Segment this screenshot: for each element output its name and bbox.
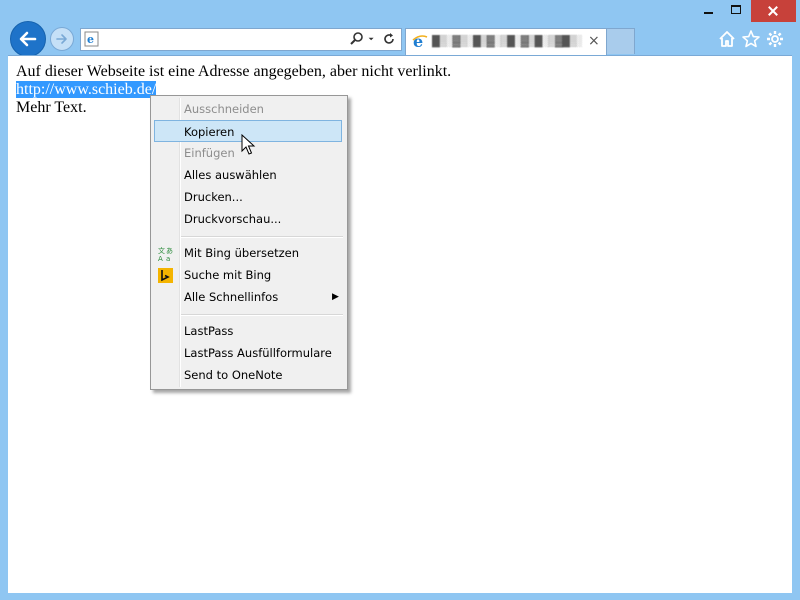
bing-icon [158, 268, 173, 283]
svg-text:文: 文 [158, 246, 165, 255]
menu-item-label: Kopieren [184, 125, 235, 139]
menu-item-label: Send to OneNote [184, 368, 283, 382]
menu-item-label: Einfügen [184, 146, 235, 160]
page-content-area [8, 55, 792, 593]
svg-text:A: A [158, 255, 163, 261]
minimize-button[interactable] [693, 0, 723, 22]
arrow-left-icon [19, 31, 37, 47]
menu-separator [181, 314, 343, 316]
close-button[interactable] [751, 0, 796, 22]
translate-icon: 文 あ A a [158, 246, 173, 261]
menu-item-label: Mit Bing übersetzen [184, 246, 299, 260]
search-icon[interactable] [349, 31, 365, 47]
menu-item-bing-translate[interactable]: 文 あ A a Mit Bing übersetzen [154, 242, 342, 264]
menu-separator [181, 236, 343, 238]
ie-page-icon: e [84, 31, 99, 47]
menu-item-accelerators[interactable]: Alle Schnellinfos ▶ [154, 286, 342, 308]
menu-item-cut[interactable]: Ausschneiden [154, 98, 342, 120]
menu-item-label: LastPass Ausfüllformulare [184, 346, 332, 360]
svg-text:a: a [166, 255, 170, 261]
back-button[interactable] [10, 21, 46, 57]
menu-item-send-to-onenote[interactable]: Send to OneNote [154, 364, 342, 386]
selected-url-text[interactable]: http://www.schieb.de/ [16, 81, 157, 98]
refresh-icon[interactable] [381, 31, 397, 47]
menu-item-print[interactable]: Drucken... [154, 186, 342, 208]
address-input[interactable] [103, 30, 323, 47]
maximize-button[interactable] [723, 0, 749, 22]
menu-item-label: Ausschneiden [184, 102, 264, 116]
submenu-arrow-icon: ▶ [332, 292, 339, 302]
favorites-star-icon[interactable] [741, 29, 761, 49]
svg-text:あ: あ [166, 247, 173, 255]
menu-item-print-preview[interactable]: Druckvorschau... [154, 208, 342, 230]
arrow-right-icon [56, 34, 67, 44]
address-bar[interactable]: e [80, 28, 402, 51]
menu-item-label: LastPass [184, 324, 234, 338]
menu-item-lastpass[interactable]: LastPass [154, 320, 342, 342]
tab-title: █▒░▓▒░█▒▓░▒█░▓▒█░▒▓█▒░▓ [432, 35, 582, 47]
ie-logo-icon: e [412, 33, 428, 49]
menu-item-lastpass-forms[interactable]: LastPass Ausfüllformulare [154, 342, 342, 364]
menu-item-label: Suche mit Bing [184, 268, 272, 282]
menu-item-label: Alle Schnellinfos [184, 290, 279, 304]
menu-item-label: Druckvorschau... [184, 212, 282, 226]
new-tab-button[interactable] [606, 28, 635, 54]
menu-item-label: Drucken... [184, 190, 243, 204]
svg-text:e: e [87, 33, 94, 46]
tab-active[interactable]: e █▒░▓▒░█▒▓░▒█░▓▒█░▒▓█▒░▓ × [405, 28, 607, 55]
mouse-cursor-icon [241, 134, 256, 155]
menu-item-label: Alles auswählen [184, 168, 277, 182]
forward-button[interactable] [50, 27, 74, 51]
text-line: Auf dieser Webseite ist eine Adresse ang… [16, 63, 452, 80]
menu-item-select-all[interactable]: Alles auswählen [154, 164, 342, 186]
chevron-down-icon[interactable] [368, 31, 378, 47]
home-icon[interactable] [717, 29, 737, 49]
menu-item-bing-search[interactable]: Suche mit Bing [154, 264, 342, 286]
gear-icon[interactable] [765, 29, 785, 49]
tab-close-button[interactable]: × [588, 34, 600, 48]
